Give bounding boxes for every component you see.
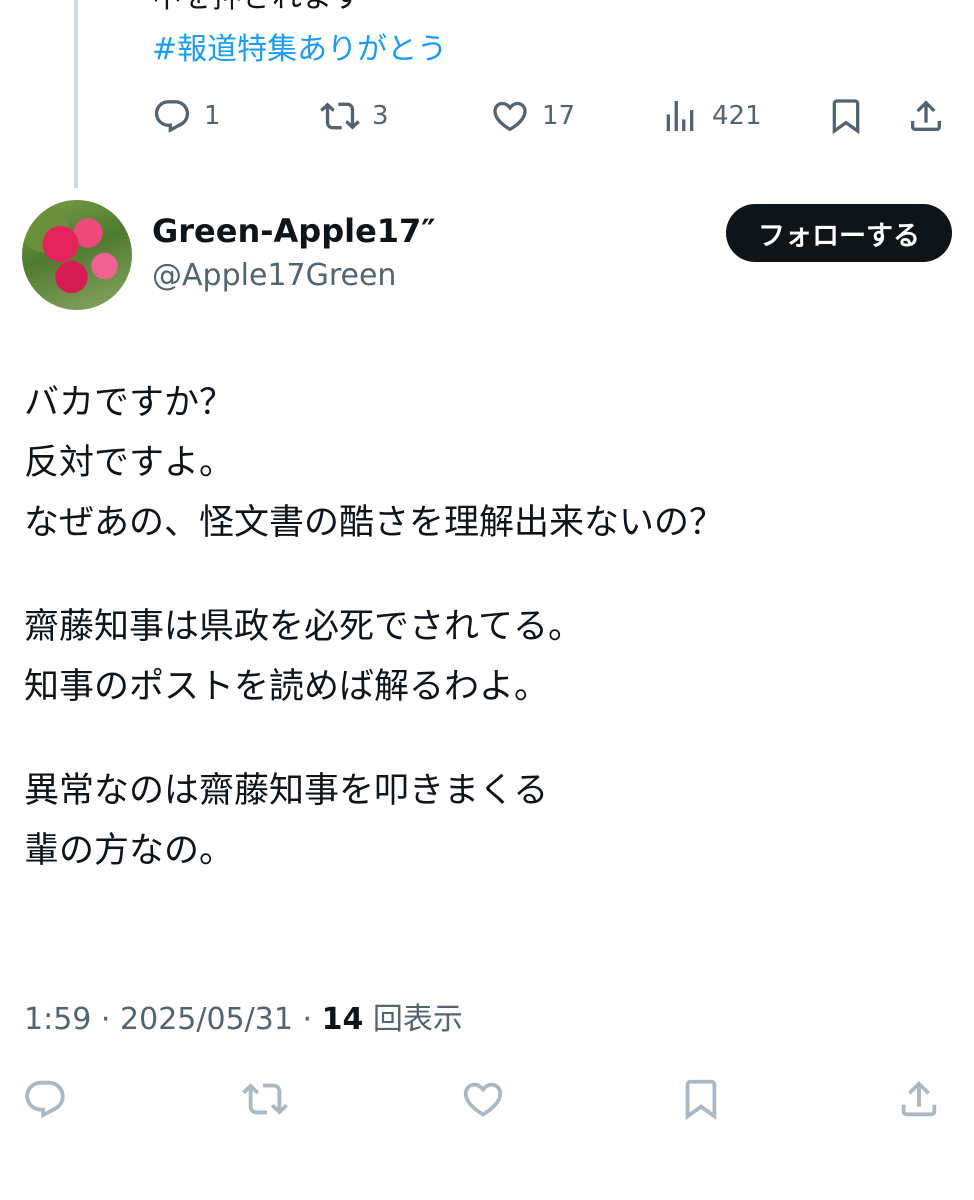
post-text-line: 輩の方なの。	[24, 831, 235, 871]
heart-icon	[463, 1082, 503, 1117]
bookmark-icon	[685, 1079, 717, 1120]
post-text: バカですか？ 反対ですよ。 なぜあの、怪文書の酷さを理解出来ないの？ 齋藤知事は…	[24, 373, 954, 881]
bookmark-icon	[832, 99, 860, 135]
parent-post-text: 中を押されます	[152, 0, 362, 18]
post-text-line: 異常なのは齋藤知事を叩きまくる	[24, 771, 549, 811]
post-date[interactable]: 2025/05/31	[120, 1002, 293, 1037]
retweet-count: 3	[372, 101, 389, 131]
like-button[interactable]: 17	[490, 96, 575, 136]
meta-separator: ·	[100, 1002, 111, 1037]
retweet-icon	[320, 102, 360, 130]
reply-count: 1	[204, 101, 221, 131]
reply-icon	[25, 1080, 65, 1119]
like-button[interactable]	[460, 1076, 506, 1122]
post-views-count: 14	[321, 1002, 364, 1037]
post-views-label: 回表示	[372, 1002, 463, 1037]
post-author-row: Green-Apple17″ @Apple17Green フォローする	[22, 200, 952, 312]
retweet-button[interactable]: 3	[320, 96, 389, 136]
reply-button[interactable]	[22, 1076, 68, 1122]
author-handle[interactable]: @Apple17Green	[152, 258, 396, 293]
follow-button[interactable]: フォローする	[726, 204, 952, 262]
analytics-icon	[666, 101, 694, 131]
post-text-line: バカですか？	[24, 383, 235, 423]
post-time[interactable]: 1:59	[24, 1002, 91, 1037]
post-text-blank-line	[24, 553, 954, 597]
post-text-line: 反対ですよ。	[24, 443, 235, 483]
bookmark-button[interactable]	[826, 96, 866, 136]
share-button[interactable]	[896, 1076, 942, 1122]
reply-button[interactable]: 1	[152, 96, 221, 136]
post-metadata: 1:59 · 2025/05/31 · 14 回表示	[24, 994, 463, 1038]
share-icon	[901, 1080, 937, 1117]
views-button[interactable]: 421	[660, 96, 762, 136]
meta-separator: ·	[302, 1002, 313, 1037]
thread-connector-line	[74, 0, 78, 188]
share-icon	[911, 100, 941, 131]
retweet-button[interactable]	[242, 1076, 288, 1122]
bookmark-button[interactable]	[678, 1076, 724, 1122]
post-text-line: 齋藤知事は県政を必死でされてる。	[24, 607, 583, 647]
post-text-line: なぜあの、怪文書の酷さを理解出来ないの？	[24, 503, 725, 543]
reply-icon	[154, 100, 190, 133]
author-name[interactable]: Green-Apple17″	[152, 212, 436, 250]
share-button[interactable]	[906, 96, 946, 136]
post-text-line: 知事のポストを読めば解るわよ。	[24, 667, 550, 707]
post-text-blank-line	[24, 717, 954, 761]
heart-icon	[493, 101, 527, 132]
view-count: 421	[712, 101, 762, 131]
retweet-icon	[242, 1083, 288, 1115]
like-count: 17	[542, 101, 576, 131]
avatar[interactable]	[22, 200, 132, 310]
parent-post-hashtag-link[interactable]: #報道特集ありがとう	[152, 30, 447, 70]
